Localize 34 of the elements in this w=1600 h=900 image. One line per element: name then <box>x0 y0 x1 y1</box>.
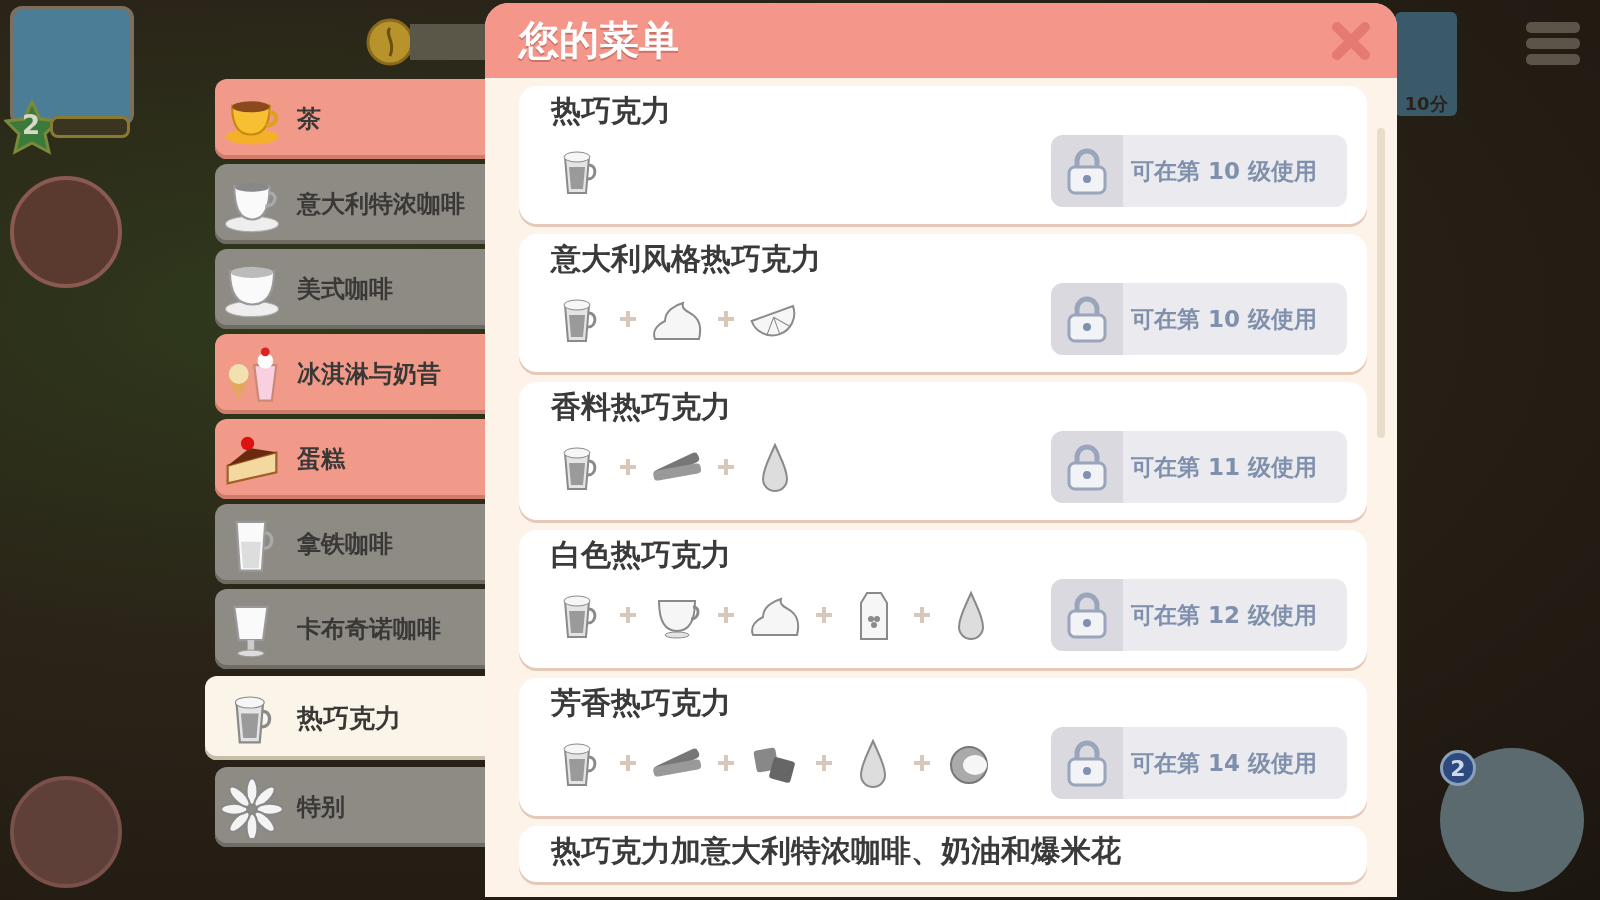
scroll-bar[interactable] <box>1377 128 1385 438</box>
notification-badge: 2 <box>1440 750 1476 786</box>
recipe-name: 热巧克力 <box>551 92 672 130</box>
level-number: 2 <box>22 110 41 140</box>
locked-button[interactable]: 可在第 12 级使用 <box>1051 579 1347 651</box>
plus-icon <box>913 754 931 772</box>
panel-title: 您的菜单 <box>519 16 679 65</box>
plus-icon <box>619 606 637 624</box>
padlock-icon <box>1065 739 1109 787</box>
locked-button[interactable]: 可在第 10 级使用 <box>1051 283 1347 355</box>
plus-icon <box>717 310 735 328</box>
plus-icon <box>619 754 637 772</box>
locked-button[interactable]: 可在第 10 级使用 <box>1051 135 1347 207</box>
menu-icon[interactable] <box>1524 20 1582 68</box>
plus-icon <box>717 606 735 624</box>
recipe-name: 芳香热巧克力 <box>551 684 732 722</box>
padlock-icon <box>1065 443 1109 491</box>
recipe-name: 香料热巧克力 <box>551 388 732 426</box>
gift-box[interactable]: 10分 <box>1395 12 1457 116</box>
recipe-name: 热巧克力加意大利特浓咖啡、奶油和爆米花 <box>551 832 1122 870</box>
plus-icon <box>619 310 637 328</box>
locked-button[interactable]: 可在第 11 级使用 <box>1051 431 1347 503</box>
locked-button[interactable]: 可在第 14 级使用 <box>1051 727 1347 799</box>
padlock-icon <box>1065 591 1109 639</box>
plus-icon <box>815 606 833 624</box>
plus-icon <box>913 606 931 624</box>
plus-icon <box>717 458 735 476</box>
plus-icon <box>717 754 735 772</box>
plus-icon <box>815 754 833 772</box>
padlock-icon <box>1065 147 1109 195</box>
recipe-name: 意大利风格热巧克力 <box>551 240 822 278</box>
recipe-name: 白色热巧克力 <box>551 536 732 574</box>
padlock-icon <box>1065 295 1109 343</box>
plus-icon <box>619 458 637 476</box>
